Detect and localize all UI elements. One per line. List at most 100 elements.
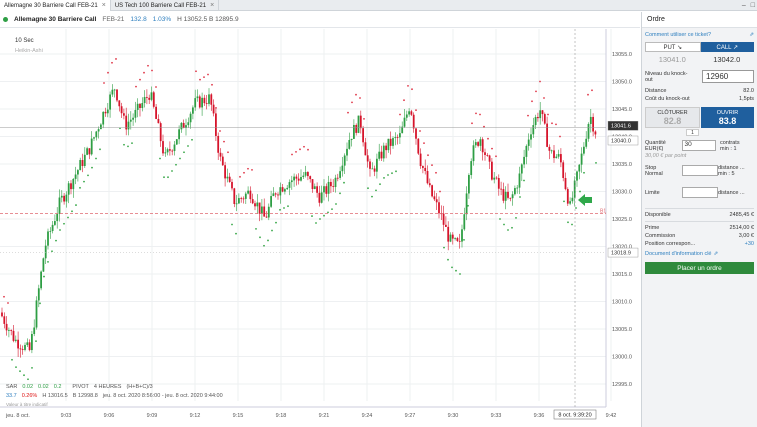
sar-dot	[347, 111, 349, 114]
sar-dot	[31, 366, 33, 369]
per-point: 30,00 € par point	[645, 153, 687, 159]
sar-dot	[339, 192, 341, 195]
candle	[267, 206, 270, 218]
candle	[28, 342, 31, 351]
contracts-min: min : 1	[720, 146, 737, 152]
tab-allemagne-30[interactable]: Allemagne 30 Barriere Call FEB-21 ×	[0, 0, 111, 11]
candle	[70, 183, 72, 190]
sar-dot	[515, 217, 517, 219]
maximize-icon[interactable]: □	[751, 2, 755, 9]
candle	[47, 231, 49, 246]
candle	[309, 176, 312, 180]
pivot-formula: (H+B+C)/3	[126, 384, 153, 390]
candle	[380, 151, 383, 159]
sar-dot	[87, 174, 89, 177]
help-link[interactable]: Comment utiliser ce ticket?	[645, 32, 711, 38]
candle	[569, 201, 571, 204]
sar-dot	[19, 370, 21, 373]
sar-dot	[483, 125, 485, 128]
price-chart[interactable]: 13055.0 13050.0 13045.0 13040.0 13035.0 13030…	[0, 29, 640, 427]
close-icon[interactable]: ×	[102, 2, 106, 9]
sar-dot	[527, 114, 529, 117]
candle	[132, 117, 134, 120]
sar-dot	[307, 148, 309, 151]
sar-dot	[335, 203, 337, 205]
price-tick-label: 13005.0	[612, 327, 632, 333]
sar-dot	[71, 210, 73, 213]
sar-dot	[263, 244, 265, 247]
time-tick-label: 9:27	[405, 413, 416, 419]
candle	[458, 240, 461, 242]
candle	[74, 174, 77, 179]
candle	[274, 193, 277, 195]
sar-dot	[159, 157, 161, 160]
sar-dot	[571, 223, 573, 226]
candle	[288, 182, 291, 188]
close-button[interactable]: CLÔTURER 82.8	[645, 107, 700, 128]
sar-dot	[15, 366, 17, 369]
minimize-icon[interactable]: –	[742, 2, 746, 9]
stop-type[interactable]: Normal	[645, 171, 681, 177]
candle	[500, 188, 502, 190]
time-tick-label: 9:36	[534, 413, 545, 419]
sar-dot	[251, 168, 253, 171]
call-button[interactable]: CALL ↗	[700, 42, 754, 52]
price-tick-label: 13015.0	[612, 272, 632, 278]
indicator-value: 0.26%	[21, 393, 38, 399]
time-tick-label: 9:42	[606, 413, 617, 419]
limit-input[interactable]	[681, 187, 718, 198]
candle	[42, 258, 45, 272]
quantity-input[interactable]: 30	[681, 140, 716, 151]
sar-dot	[247, 167, 249, 170]
sar-dot	[575, 207, 577, 209]
close-open-buttons: CLÔTURER 82.8 OUVRIR 83.8	[645, 107, 754, 128]
pivot-period: 4 HEURES	[93, 384, 122, 390]
sar-dot	[83, 180, 85, 183]
barrier-marker: B1	[600, 209, 606, 215]
sar-dot	[107, 71, 109, 74]
candle	[468, 175, 470, 194]
indicator-sar[interactable]: SAR 0.02 0.02 0.2 PIVOT 4 HEURES (H+B+C)…	[6, 384, 153, 390]
sar-dot	[331, 208, 333, 211]
candle	[442, 213, 445, 225]
cost-value: 1,5pts	[739, 96, 754, 102]
knockout-input[interactable]: 12960	[702, 70, 754, 83]
sar-dot	[11, 358, 13, 361]
time-tick-label: 9:06	[104, 413, 115, 419]
price-tick-label: 12995.0	[612, 382, 632, 388]
price-tick-label: 13055.0	[612, 52, 632, 58]
candle	[371, 168, 374, 170]
sar-dot	[55, 239, 57, 242]
sar-dot	[135, 85, 137, 88]
put-button[interactable]: PUT ↘	[645, 42, 701, 52]
candle	[447, 226, 450, 242]
candle	[277, 194, 279, 196]
candle	[364, 142, 367, 156]
close-price: 82.8	[663, 115, 682, 126]
close-icon[interactable]: ×	[210, 2, 214, 9]
candle	[362, 128, 364, 143]
knockout-label: Niveau du knock-out	[645, 70, 688, 83]
place-order-button[interactable]: Placer un ordre	[645, 262, 754, 274]
sar-dot	[191, 138, 193, 141]
candle	[129, 119, 132, 122]
interval-label[interactable]: 10 Sec	[15, 38, 34, 44]
sar-dot	[419, 130, 421, 132]
open-button[interactable]: OUVRIR 83.8	[701, 107, 754, 128]
candle	[217, 135, 220, 153]
limit-distance[interactable]: distance ...	[718, 190, 754, 196]
tab-us-tech-100[interactable]: US Tech 100 Barriere Call FEB-21 ×	[111, 0, 220, 11]
sar-dot	[271, 229, 273, 232]
sar-dot	[75, 204, 77, 206]
sar-dot	[155, 86, 157, 88]
sar-dot	[111, 61, 113, 64]
candle	[327, 181, 330, 194]
candle	[295, 176, 298, 179]
stop-input[interactable]	[681, 165, 718, 176]
candle	[106, 109, 109, 114]
chart-canvas[interactable]: 13055.0 13050.0 13045.0 13040.0 13035.0 13030…	[0, 29, 640, 427]
candle	[194, 98, 197, 108]
candle	[14, 339, 17, 341]
doc-link[interactable]: Document d'information clé	[645, 251, 711, 257]
candle	[210, 94, 213, 105]
